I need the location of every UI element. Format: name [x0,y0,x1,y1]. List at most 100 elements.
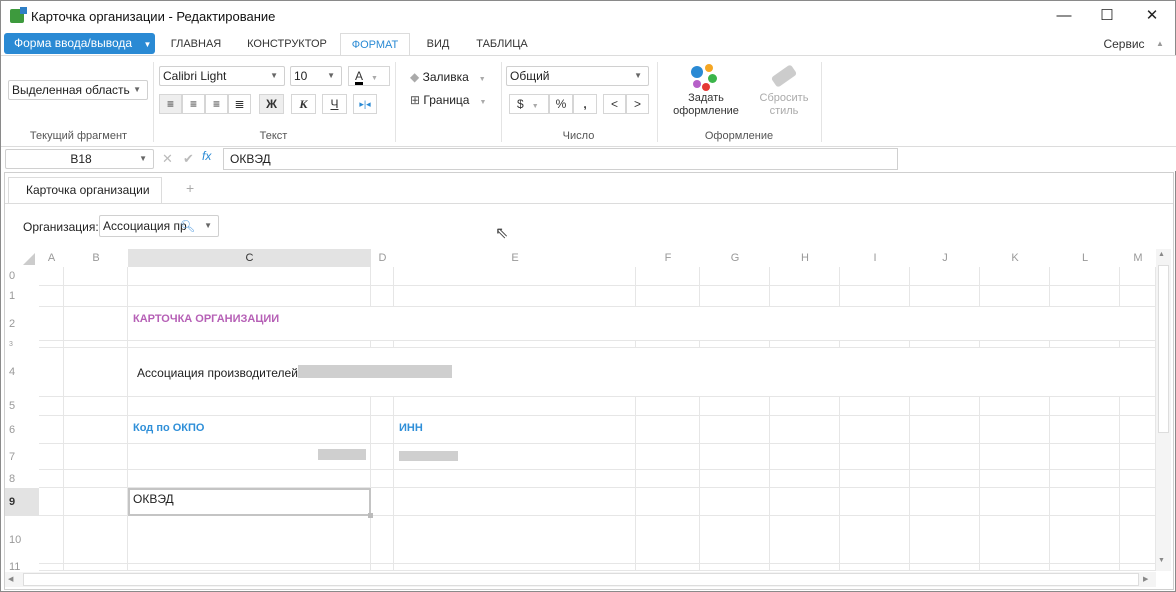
cell-m0[interactable] [1120,267,1156,286]
align-left-button[interactable]: ≡ [159,94,182,114]
file-menu-button[interactable]: Форма ввода/вывода ▼ [4,33,155,54]
justify-button[interactable]: ≣ [228,94,251,114]
border-button[interactable]: ⊞ Граница ▼ [410,93,486,107]
decrease-decimal-button[interactable]: < [603,94,626,114]
cell-m6[interactable] [1120,416,1156,444]
cell-e8[interactable] [394,470,636,488]
cell-b9[interactable] [64,488,128,516]
cell-l3[interactable] [1050,341,1120,348]
cell-b6[interactable] [64,416,128,444]
fragment-select[interactable]: Выделенная область ▼ [8,80,148,100]
cell-c8[interactable] [128,470,371,488]
cell-h3[interactable] [770,341,840,348]
cell-k11[interactable] [980,564,1050,571]
cell-f3[interactable] [636,341,700,348]
cell-g7[interactable] [700,444,770,470]
cell-c10[interactable] [128,516,371,564]
currency-button[interactable]: $ ▼ [509,94,549,114]
cell-m8[interactable] [1120,470,1156,488]
cell-c2[interactable] [128,307,1156,341]
cell-e9[interactable] [394,488,636,516]
cell-d9[interactable] [371,488,394,516]
formula-input[interactable]: ОКВЭД [223,148,898,170]
cell-f5[interactable] [636,397,700,416]
cell-c0[interactable] [128,267,371,286]
cell-h7[interactable] [770,444,840,470]
cell-i7[interactable] [840,444,910,470]
cell-h8[interactable] [770,470,840,488]
cell-j5[interactable] [910,397,980,416]
cell-m1[interactable] [1120,286,1156,307]
row-header-4[interactable]: 4 [5,348,39,397]
cell-k9[interactable] [980,488,1050,516]
cell-j1[interactable] [910,286,980,307]
cell-a10[interactable] [39,516,64,564]
cell-h6[interactable] [770,416,840,444]
column-header-g[interactable]: G [700,249,770,267]
cell-f1[interactable] [636,286,700,307]
vertical-scroll-thumb[interactable] [1158,265,1169,433]
underline-button[interactable]: Ч [322,94,347,114]
cell-b7[interactable] [64,444,128,470]
cell-g1[interactable] [700,286,770,307]
cell-d5[interactable] [371,397,394,416]
cell-e6[interactable] [394,416,636,444]
font-select[interactable]: Calibri Light ▼ [159,66,285,86]
confirm-icon[interactable]: ✔ [183,151,194,167]
cell-h0[interactable] [770,267,840,286]
column-header-j[interactable]: J [910,249,980,267]
row-header-1[interactable]: 1 [5,286,39,307]
row-header-11[interactable]: 11 [5,562,39,573]
cell-d6[interactable] [371,416,394,444]
cell-i6[interactable] [840,416,910,444]
italic-button[interactable]: К [291,94,316,114]
add-tab-button[interactable]: + [186,180,194,196]
cell-k0[interactable] [980,267,1050,286]
cell-b10[interactable] [64,516,128,564]
cell-m9[interactable] [1120,488,1156,516]
column-header-i[interactable]: I [840,249,910,267]
cell-c5[interactable] [128,397,371,416]
cell-b1[interactable] [64,286,128,307]
cell-a6[interactable] [39,416,64,444]
search-icon[interactable]: 🔍︎ [180,216,195,236]
organization-select[interactable]: Ассоциация пр 🔍︎ ▼ [99,215,219,237]
cell-i10[interactable] [840,516,910,564]
tab-home[interactable]: ГЛАВНАЯ [161,33,231,55]
cell-b4[interactable] [64,348,128,397]
cell-a11[interactable] [39,564,64,571]
row-header-7[interactable]: 7 [5,444,39,470]
cell-g8[interactable] [700,470,770,488]
cell-f6[interactable] [636,416,700,444]
cell-k1[interactable] [980,286,1050,307]
cell-l0[interactable] [1050,267,1120,286]
cell-b0[interactable] [64,267,128,286]
number-format-select[interactable]: Общий ▼ [506,66,649,86]
cell-l7[interactable] [1050,444,1120,470]
percent-button[interactable]: % [549,94,573,114]
cell-d1[interactable] [371,286,394,307]
cell-a4[interactable] [39,348,64,397]
column-header-f[interactable]: F [636,249,700,267]
row-header-6[interactable]: 6 [5,416,39,444]
cell-l5[interactable] [1050,397,1120,416]
cell-e3[interactable] [394,341,636,348]
cell-j10[interactable] [910,516,980,564]
cell-h5[interactable] [770,397,840,416]
cell-e5[interactable] [394,397,636,416]
cell-e11[interactable] [394,564,636,571]
cell-j6[interactable] [910,416,980,444]
cell-c1[interactable] [128,286,371,307]
cell-d7[interactable] [371,444,394,470]
row-header-9[interactable]: 9 [5,488,39,516]
font-size-select[interactable]: 10 ▼ [290,66,342,86]
set-style-button[interactable]: Задать оформление [663,62,749,122]
cell-g10[interactable] [700,516,770,564]
cell-l1[interactable] [1050,286,1120,307]
column-header-k[interactable]: K [980,249,1050,267]
cell-i9[interactable] [840,488,910,516]
close-button[interactable]: ✕ [1129,1,1175,33]
cell-a1[interactable] [39,286,64,307]
cell-m10[interactable] [1120,516,1156,564]
cell-f10[interactable] [636,516,700,564]
